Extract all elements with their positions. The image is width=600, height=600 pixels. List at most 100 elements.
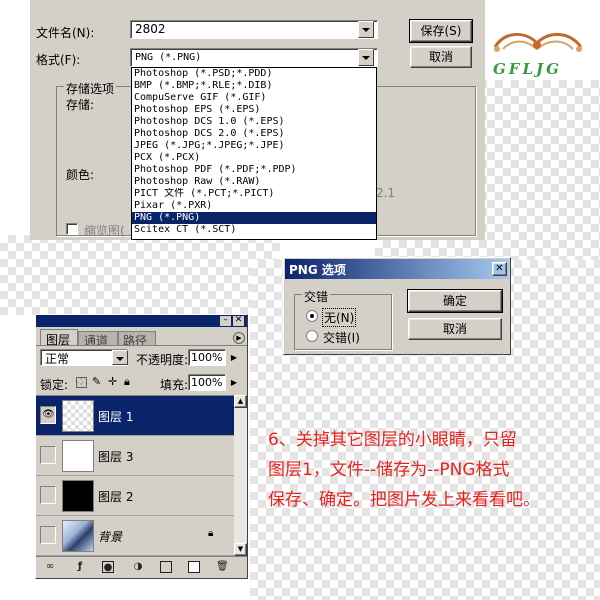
layer-name: 图层 3 bbox=[98, 450, 134, 464]
layer-row[interactable]: 图层 2 bbox=[36, 476, 234, 516]
fill-arrow-icon[interactable]: ▶ bbox=[228, 376, 240, 389]
layer-visibility-toggle[interactable] bbox=[40, 486, 56, 504]
format-option[interactable]: Pixar (*.PXR) bbox=[132, 200, 376, 212]
filename-field[interactable]: 2802 bbox=[130, 20, 378, 39]
format-option[interactable]: PICT 文件 (*.PCT;*.PICT) bbox=[132, 188, 376, 200]
fill-label: 填充: bbox=[160, 378, 189, 392]
color-label: 颜色: bbox=[66, 168, 95, 182]
layer-mask-icon[interactable]: ● bbox=[102, 561, 114, 573]
layer-visibility-toggle[interactable] bbox=[40, 446, 56, 464]
tab-layers[interactable]: 图层 bbox=[40, 329, 78, 347]
storage-options-title: 存储选项 bbox=[64, 80, 117, 97]
filename-value: 2802 bbox=[135, 22, 166, 36]
lock-move-icon[interactable]: ✛ bbox=[108, 375, 117, 388]
radio-interlaced-indicator bbox=[306, 330, 318, 342]
cancel-button[interactable]: 取消 bbox=[410, 46, 472, 68]
format-option[interactable]: Photoshop PDF (*.PDF;*.PDP) bbox=[132, 164, 376, 176]
format-option[interactable]: PCX (*.PCX) bbox=[132, 152, 376, 164]
format-option[interactable]: BMP (*.BMP;*.RLE;*.DIB) bbox=[132, 80, 376, 92]
opacity-input[interactable]: 100% bbox=[188, 349, 226, 366]
fill-value: 100% bbox=[191, 376, 223, 389]
png-dialog-close-button[interactable]: ✕ bbox=[492, 262, 507, 276]
layer-thumbnail bbox=[62, 440, 94, 472]
thumbnail-checkbox[interactable] bbox=[66, 223, 78, 235]
thumbnail-label: 缩览图( bbox=[84, 224, 125, 238]
radio-none[interactable]: 无(N) bbox=[306, 308, 386, 327]
save-button[interactable]: 保存(S) bbox=[409, 19, 473, 43]
layers-toolbar: ∞ ƒ ● ◑ 🗑︎ bbox=[36, 556, 247, 578]
radio-interlaced[interactable]: 交错(I) bbox=[306, 328, 386, 345]
layer-row[interactable]: 图层 3 bbox=[36, 436, 234, 476]
logo-text: GFLJG bbox=[493, 60, 562, 78]
blend-mode-value: 正常 bbox=[45, 352, 70, 366]
panel-minimize-button[interactable]: – bbox=[220, 316, 231, 326]
filename-dropdown-arrow[interactable] bbox=[358, 21, 374, 38]
format-dropdown-list[interactable]: Photoshop (*.PSD;*.PDD) BMP (*.BMP;*.RLE;… bbox=[131, 67, 377, 240]
eye-icon: 👁︎ bbox=[42, 409, 55, 420]
instruction-text: 6、关掉其它图层的小眼睛，只留 图层1，文件--储存为--PNG格式 保存、确定… bbox=[268, 425, 593, 525]
format-label: 格式(F): bbox=[36, 53, 81, 67]
format-option[interactable]: CompuServe GIF (*.GIF) bbox=[132, 92, 376, 104]
ornament-icon bbox=[493, 33, 583, 52]
png-options-dialog: PNG 选项 ✕ 交错 无(N) 交错(I) 确定 取消 bbox=[283, 257, 511, 355]
layer-visibility-toggle[interactable] bbox=[40, 526, 56, 544]
layer-style-icon[interactable]: ƒ bbox=[74, 561, 86, 573]
instruction-line-2: 图层1，文件--储存为--PNG格式 bbox=[268, 460, 510, 480]
tab-paths[interactable]: 路径 bbox=[118, 331, 156, 348]
new-group-icon[interactable] bbox=[160, 561, 172, 573]
format-option[interactable]: Photoshop Raw (*.RAW) bbox=[132, 176, 376, 188]
layers-panel-titlebar[interactable]: – ✕ bbox=[36, 315, 247, 327]
format-dropdown-arrow[interactable] bbox=[358, 49, 374, 66]
layer-thumbnail bbox=[62, 520, 94, 552]
link-icon[interactable]: ∞ bbox=[44, 561, 56, 573]
ok-button[interactable]: 确定 bbox=[407, 289, 503, 313]
lock-transparent-icon[interactable] bbox=[76, 377, 87, 388]
adjustment-layer-icon[interactable]: ◑ bbox=[132, 561, 144, 573]
layer-name: 图层 2 bbox=[98, 490, 134, 504]
lock-all-icon[interactable]: 🔒︎ bbox=[124, 375, 130, 389]
format-option[interactable]: Photoshop EPS (*.EPS) bbox=[132, 104, 376, 116]
layer-lock-icon: 🔒︎ bbox=[208, 528, 214, 539]
filename-label: 文件名(N): bbox=[36, 26, 95, 40]
radio-interlaced-label: 交错(I) bbox=[323, 331, 360, 345]
opacity-value: 100% bbox=[191, 351, 223, 364]
layer-row[interactable]: 背景 🔒︎ bbox=[36, 516, 234, 556]
instruction-line-1: 6、关掉其它图层的小眼睛，只留 bbox=[268, 430, 517, 450]
storage-label: 存储: bbox=[66, 98, 95, 112]
format-select[interactable]: PNG (*.PNG) bbox=[130, 48, 378, 67]
panel-menu-icon[interactable]: ▶ bbox=[233, 332, 245, 344]
format-option[interactable]: Photoshop DCS 2.0 (*.EPS) bbox=[132, 128, 376, 140]
opacity-label: 不透明度: bbox=[136, 353, 189, 367]
tab-channels[interactable]: 通道 bbox=[78, 331, 118, 348]
radio-none-label: 无(N) bbox=[321, 308, 357, 327]
site-logo: GFLJG bbox=[485, 25, 590, 85]
opacity-arrow-icon[interactable]: ▶ bbox=[228, 351, 240, 364]
new-layer-icon[interactable] bbox=[188, 561, 200, 573]
format-option[interactable]: Photoshop DCS 1.0 (*.EPS) bbox=[132, 116, 376, 128]
lock-brush-icon[interactable]: ✎ bbox=[92, 375, 101, 388]
format-option[interactable]: PNG (*.PNG) bbox=[132, 212, 376, 224]
png-dialog-title: PNG 选项 bbox=[289, 263, 346, 277]
format-option[interactable]: JPEG (*.JPG;*.JPEG;*.JPE) bbox=[132, 140, 376, 152]
fill-input[interactable]: 100% bbox=[188, 374, 226, 391]
radio-none-indicator bbox=[306, 310, 318, 322]
layer-visibility-toggle[interactable]: 👁︎ bbox=[40, 406, 56, 424]
format-option[interactable]: Scitex CT (*.SCT) bbox=[132, 224, 376, 236]
format-select-value: PNG (*.PNG) bbox=[135, 52, 202, 63]
lock-label: 锁定: bbox=[40, 378, 69, 392]
layers-scrollbar[interactable]: ▲ ▼ bbox=[234, 395, 247, 556]
layer-thumbnail bbox=[62, 400, 94, 432]
layer-name: 图层 1 bbox=[98, 410, 134, 424]
delete-layer-icon[interactable]: 🗑︎ bbox=[216, 561, 229, 573]
interlace-group-title: 交错 bbox=[302, 288, 331, 305]
blend-mode-arrow[interactable] bbox=[112, 350, 128, 365]
format-option[interactable]: Photoshop (*.PSD;*.PDD) bbox=[132, 68, 376, 80]
panel-close-button[interactable]: ✕ bbox=[233, 316, 244, 326]
png-cancel-button[interactable]: 取消 bbox=[408, 318, 502, 340]
png-dialog-titlebar[interactable]: PNG 选项 ✕ bbox=[285, 259, 509, 279]
layers-panel: – ✕ 图层 通道 路径 ▶ 正常 不透明度: 100% ▶ 锁定: ✎ ✛ 🔒… bbox=[35, 314, 248, 579]
tab-channels-label: 通道 bbox=[84, 334, 109, 348]
layer-name: 背景 bbox=[98, 530, 123, 544]
layer-row[interactable]: 👁︎ 图层 1 bbox=[36, 396, 234, 436]
layer-thumbnail bbox=[62, 480, 94, 512]
